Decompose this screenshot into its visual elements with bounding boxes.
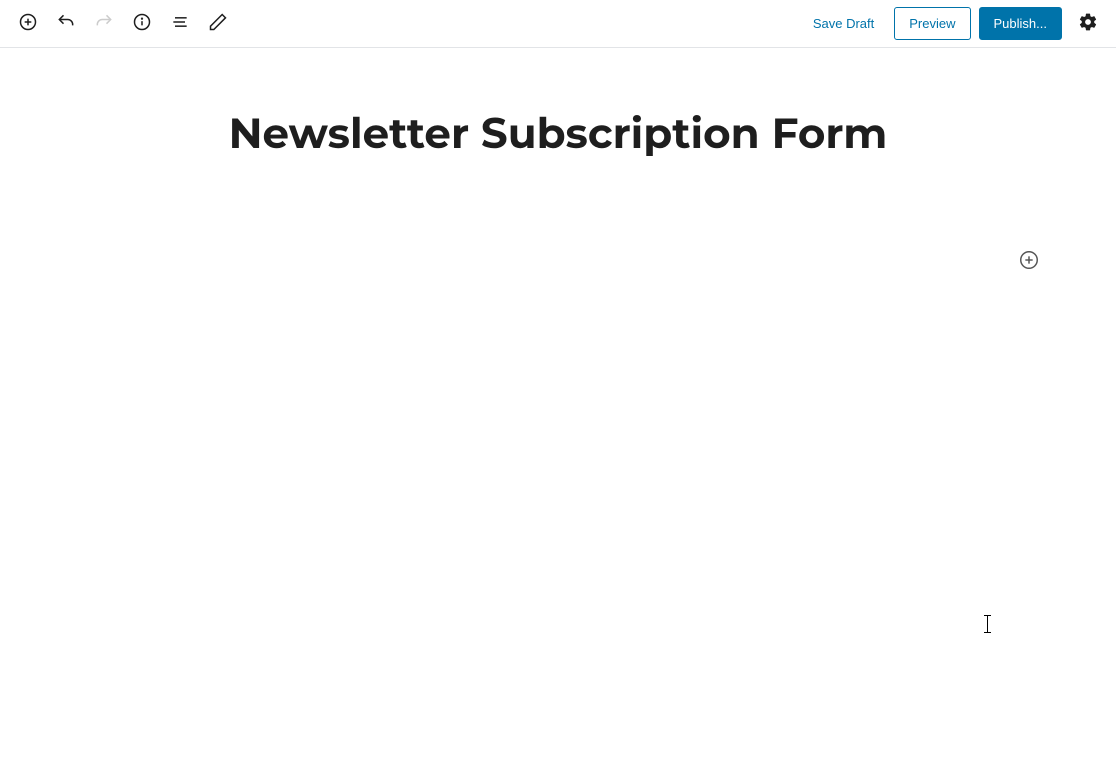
content-info-button[interactable] bbox=[124, 6, 160, 42]
plus-circle-icon bbox=[1018, 249, 1040, 275]
inline-block-inserter[interactable] bbox=[1015, 248, 1043, 276]
undo-icon bbox=[56, 12, 76, 35]
block-navigation-button[interactable] bbox=[162, 6, 198, 42]
edit-button[interactable] bbox=[200, 6, 236, 42]
settings-button[interactable] bbox=[1070, 6, 1106, 42]
redo-button[interactable] bbox=[86, 6, 122, 42]
publish-button[interactable]: Publish... bbox=[979, 7, 1062, 40]
list-icon bbox=[170, 12, 190, 35]
add-block-button[interactable] bbox=[10, 6, 46, 42]
editor-canvas[interactable]: Newsletter Subscription Form bbox=[198, 48, 918, 218]
save-draft-button[interactable]: Save Draft bbox=[801, 8, 886, 39]
editor-toolbar: Save Draft Preview Publish... bbox=[0, 0, 1116, 48]
toolbar-right-group: Save Draft Preview Publish... bbox=[801, 6, 1106, 42]
gear-icon bbox=[1078, 12, 1098, 35]
plus-circle-icon bbox=[18, 12, 38, 35]
info-icon bbox=[132, 12, 152, 35]
pencil-icon bbox=[208, 12, 228, 35]
text-cursor-indicator bbox=[987, 615, 988, 633]
toolbar-left-group bbox=[10, 6, 236, 42]
preview-button[interactable]: Preview bbox=[894, 7, 970, 40]
undo-button[interactable] bbox=[48, 6, 84, 42]
redo-icon bbox=[94, 12, 114, 35]
post-title-input[interactable]: Newsletter Subscription Form bbox=[218, 108, 898, 158]
